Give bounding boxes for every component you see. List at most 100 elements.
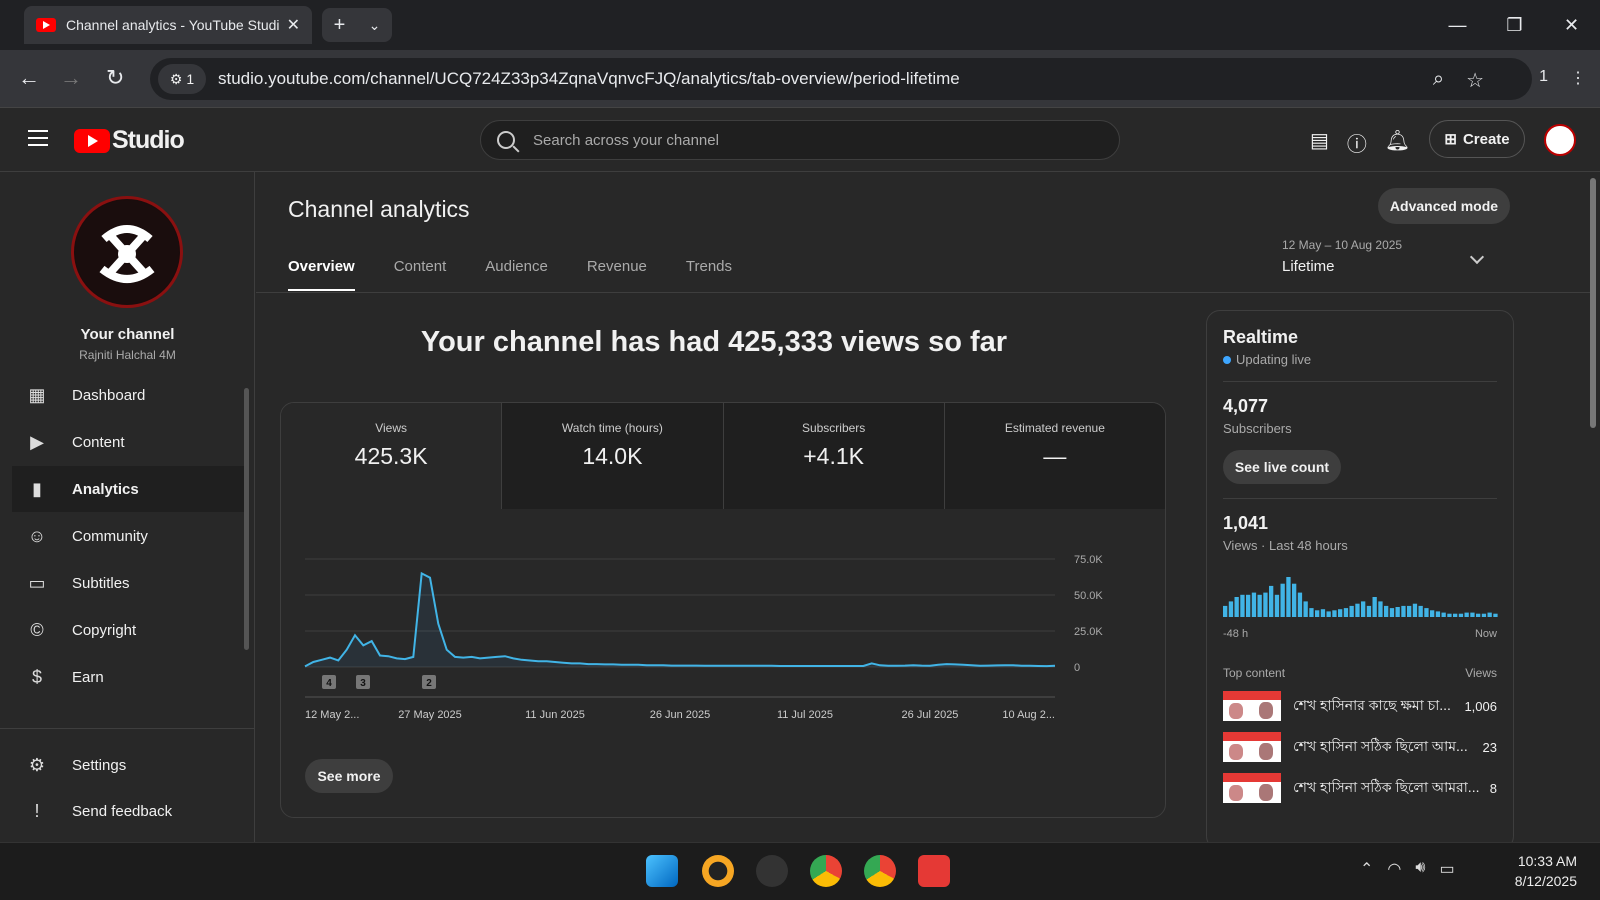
- tab-actions: + ⌄: [322, 8, 392, 42]
- sidebar-item-feedback[interactable]: ! Send feedback: [12, 788, 244, 834]
- top-content-row[interactable]: শেখ হাসিনার কাছে ক্ষমা চা... 1,006: [1223, 691, 1497, 721]
- tab-overview[interactable]: Overview: [288, 258, 355, 291]
- realtime-bar: [1234, 597, 1239, 617]
- site-info-icon[interactable]: ⚙ 1: [158, 64, 206, 94]
- video-views: 8: [1489, 780, 1497, 796]
- studio-logo[interactable]: Studio: [74, 126, 185, 155]
- windows-start-icon[interactable]: [646, 855, 678, 887]
- menu-icon[interactable]: [28, 130, 48, 151]
- period-range: 12 May – 10 Aug 2025: [1282, 238, 1403, 252]
- metric-views[interactable]: Views 425.3K: [281, 403, 503, 509]
- bookmark-star-icon[interactable]: ☆: [1466, 68, 1484, 93]
- metric-subscribers[interactable]: Subscribers +4.1K: [723, 403, 945, 509]
- sidebar-item-earn[interactable]: $ Earn: [12, 654, 244, 700]
- community-icon: ☺: [27, 525, 47, 546]
- realtime-bar: [1274, 594, 1280, 617]
- top-content-row[interactable]: শেখ হাসিনা সঠিক ছিলো আম... 23: [1223, 732, 1497, 762]
- restore-icon[interactable]: ❐: [1486, 0, 1543, 50]
- sidebar-item-label: Analytics: [72, 480, 139, 498]
- realtime-bar: [1332, 610, 1337, 617]
- tab-trends[interactable]: Trends: [686, 258, 732, 291]
- zoom-icon[interactable]: ⌕: [1433, 68, 1444, 93]
- main-content: Channel analytics Advanced mode Overview…: [256, 172, 1592, 850]
- extensions-count[interactable]: 1: [1539, 68, 1548, 88]
- minimize-icon[interactable]: —: [1429, 0, 1486, 50]
- period-selector[interactable]: 12 May – 10 Aug 2025 Lifetime: [1282, 238, 1485, 275]
- browser-tab[interactable]: Channel analytics - YouTube Studio ✕: [24, 6, 312, 44]
- sidebar-item-dashboard[interactable]: ▦ Dashboard: [12, 372, 244, 418]
- app-active-icon[interactable]: [756, 855, 788, 887]
- period-label: Lifetime: [1282, 258, 1335, 275]
- sidebar-item-copyright[interactable]: © Copyright: [12, 607, 244, 653]
- clock[interactable]: 10:33 AM 8/12/2025: [1505, 851, 1577, 891]
- sidebar-item-content[interactable]: ▶ Content: [12, 419, 244, 465]
- new-tab-icon[interactable]: +: [334, 14, 346, 37]
- battery-icon[interactable]: ▭: [1439, 859, 1454, 879]
- see-live-count-button[interactable]: See live count: [1223, 450, 1341, 484]
- realtime-bar: [1361, 601, 1366, 617]
- tab-content[interactable]: Content: [394, 258, 447, 291]
- realtime-bar-chart[interactable]: [1223, 575, 1499, 617]
- browser-menu-icon[interactable]: ⋮: [1570, 68, 1586, 88]
- see-more-button[interactable]: See more: [305, 759, 393, 793]
- chrome-profile-icon[interactable]: [864, 855, 896, 887]
- chevron-up-icon[interactable]: ⌃: [1360, 859, 1373, 879]
- y-tick-label: 0: [1074, 662, 1080, 674]
- close-window-icon[interactable]: ✕: [1543, 0, 1600, 50]
- youtube-favicon-icon: [36, 18, 56, 32]
- advanced-mode-button[interactable]: Advanced mode: [1378, 188, 1510, 224]
- realtime-bar: [1418, 605, 1423, 617]
- wifi-icon[interactable]: ◠: [1387, 859, 1401, 879]
- realtime-bar: [1349, 605, 1354, 617]
- views-line-chart[interactable]: 75.0K 50.0K 25.0K 0 4 3 2 12 May 2... 27 May 202…: [281, 509, 1166, 749]
- sidebar-item-analytics[interactable]: ▮ Analytics: [12, 466, 244, 512]
- realtime-card: Realtime Updating live 4,077 Subscribers…: [1206, 310, 1514, 850]
- x-tick-label: 27 May 2025: [398, 709, 462, 721]
- realtime-bar: [1435, 611, 1441, 617]
- video-thumbnail: [1223, 691, 1281, 721]
- channel-avatar[interactable]: [71, 196, 183, 308]
- sidebar-item-settings[interactable]: ⚙ Settings: [12, 742, 244, 788]
- comments-icon[interactable]: ▤: [1310, 128, 1329, 157]
- metric-watch-time[interactable]: Watch time (hours) 14.0K: [502, 403, 724, 509]
- metric-revenue[interactable]: Estimated revenue —: [944, 403, 1165, 509]
- tab-revenue[interactable]: Revenue: [587, 258, 647, 291]
- realtime-subscribers-label: Subscribers: [1223, 421, 1292, 436]
- anydesk-icon[interactable]: [918, 855, 950, 887]
- omnibox[interactable]: ⚙ 1 studio.youtube.com/channel/UCQ724Z33…: [150, 58, 1532, 100]
- notifications-bell-icon[interactable]: 🔔︎: [1385, 128, 1410, 157]
- create-button[interactable]: ⊞ Create: [1429, 120, 1525, 158]
- sidebar-item-community[interactable]: ☺ Community: [12, 513, 244, 559]
- gear-icon: ⚙: [28, 754, 46, 775]
- studio-header: Studio Search across your channel ▤ ⓘ 🔔︎…: [0, 108, 1600, 172]
- metric-value: 425.3K: [354, 443, 428, 469]
- channel-logo-icon: [75, 200, 179, 304]
- page-scrollbar[interactable]: [1590, 178, 1596, 428]
- search-input[interactable]: Search across your channel: [480, 120, 1120, 160]
- volume-icon[interactable]: 🔊︎: [1415, 859, 1425, 879]
- forward-icon[interactable]: →: [60, 65, 82, 91]
- sidebar-divider: [0, 728, 255, 729]
- overview-card: Views 425.3K Watch time (hours) 14.0K Su…: [280, 402, 1166, 818]
- close-tab-icon[interactable]: ✕: [287, 15, 300, 35]
- help-icon[interactable]: ⓘ: [1347, 128, 1367, 157]
- url-text[interactable]: studio.youtube.com/channel/UCQ724Z33p34Z…: [218, 69, 960, 89]
- sidebar-item-subtitles[interactable]: ▭ Subtitles: [12, 560, 244, 606]
- tabs-divider: [256, 292, 1592, 293]
- top-content-row[interactable]: শেখ হাসিনা সঠিক ছিলো আমরা... 8: [1223, 773, 1497, 803]
- back-icon[interactable]: ←: [18, 65, 40, 91]
- sidebar-scrollbar[interactable]: [244, 388, 249, 650]
- tab-search-chevron-icon[interactable]: ⌄: [369, 17, 381, 34]
- app-x-icon[interactable]: [702, 855, 734, 887]
- realtime-bar: [1424, 608, 1429, 617]
- reload-icon[interactable]: ↻: [106, 65, 124, 91]
- youtube-logo-icon: [74, 128, 110, 153]
- video-title: শেখ হাসিনা সঠিক ছিলো আমরা...: [1293, 779, 1480, 795]
- chrome-icon[interactable]: [810, 855, 842, 887]
- annotation-marker-label: 3: [360, 678, 366, 689]
- tab-title: Channel analytics - YouTube Studio: [66, 17, 279, 33]
- tab-audience[interactable]: Audience: [485, 258, 548, 291]
- account-avatar[interactable]: [1544, 124, 1576, 156]
- realtime-title: Realtime: [1223, 327, 1299, 347]
- analytics-tabs: Overview Content Audience Revenue Trends: [288, 258, 732, 291]
